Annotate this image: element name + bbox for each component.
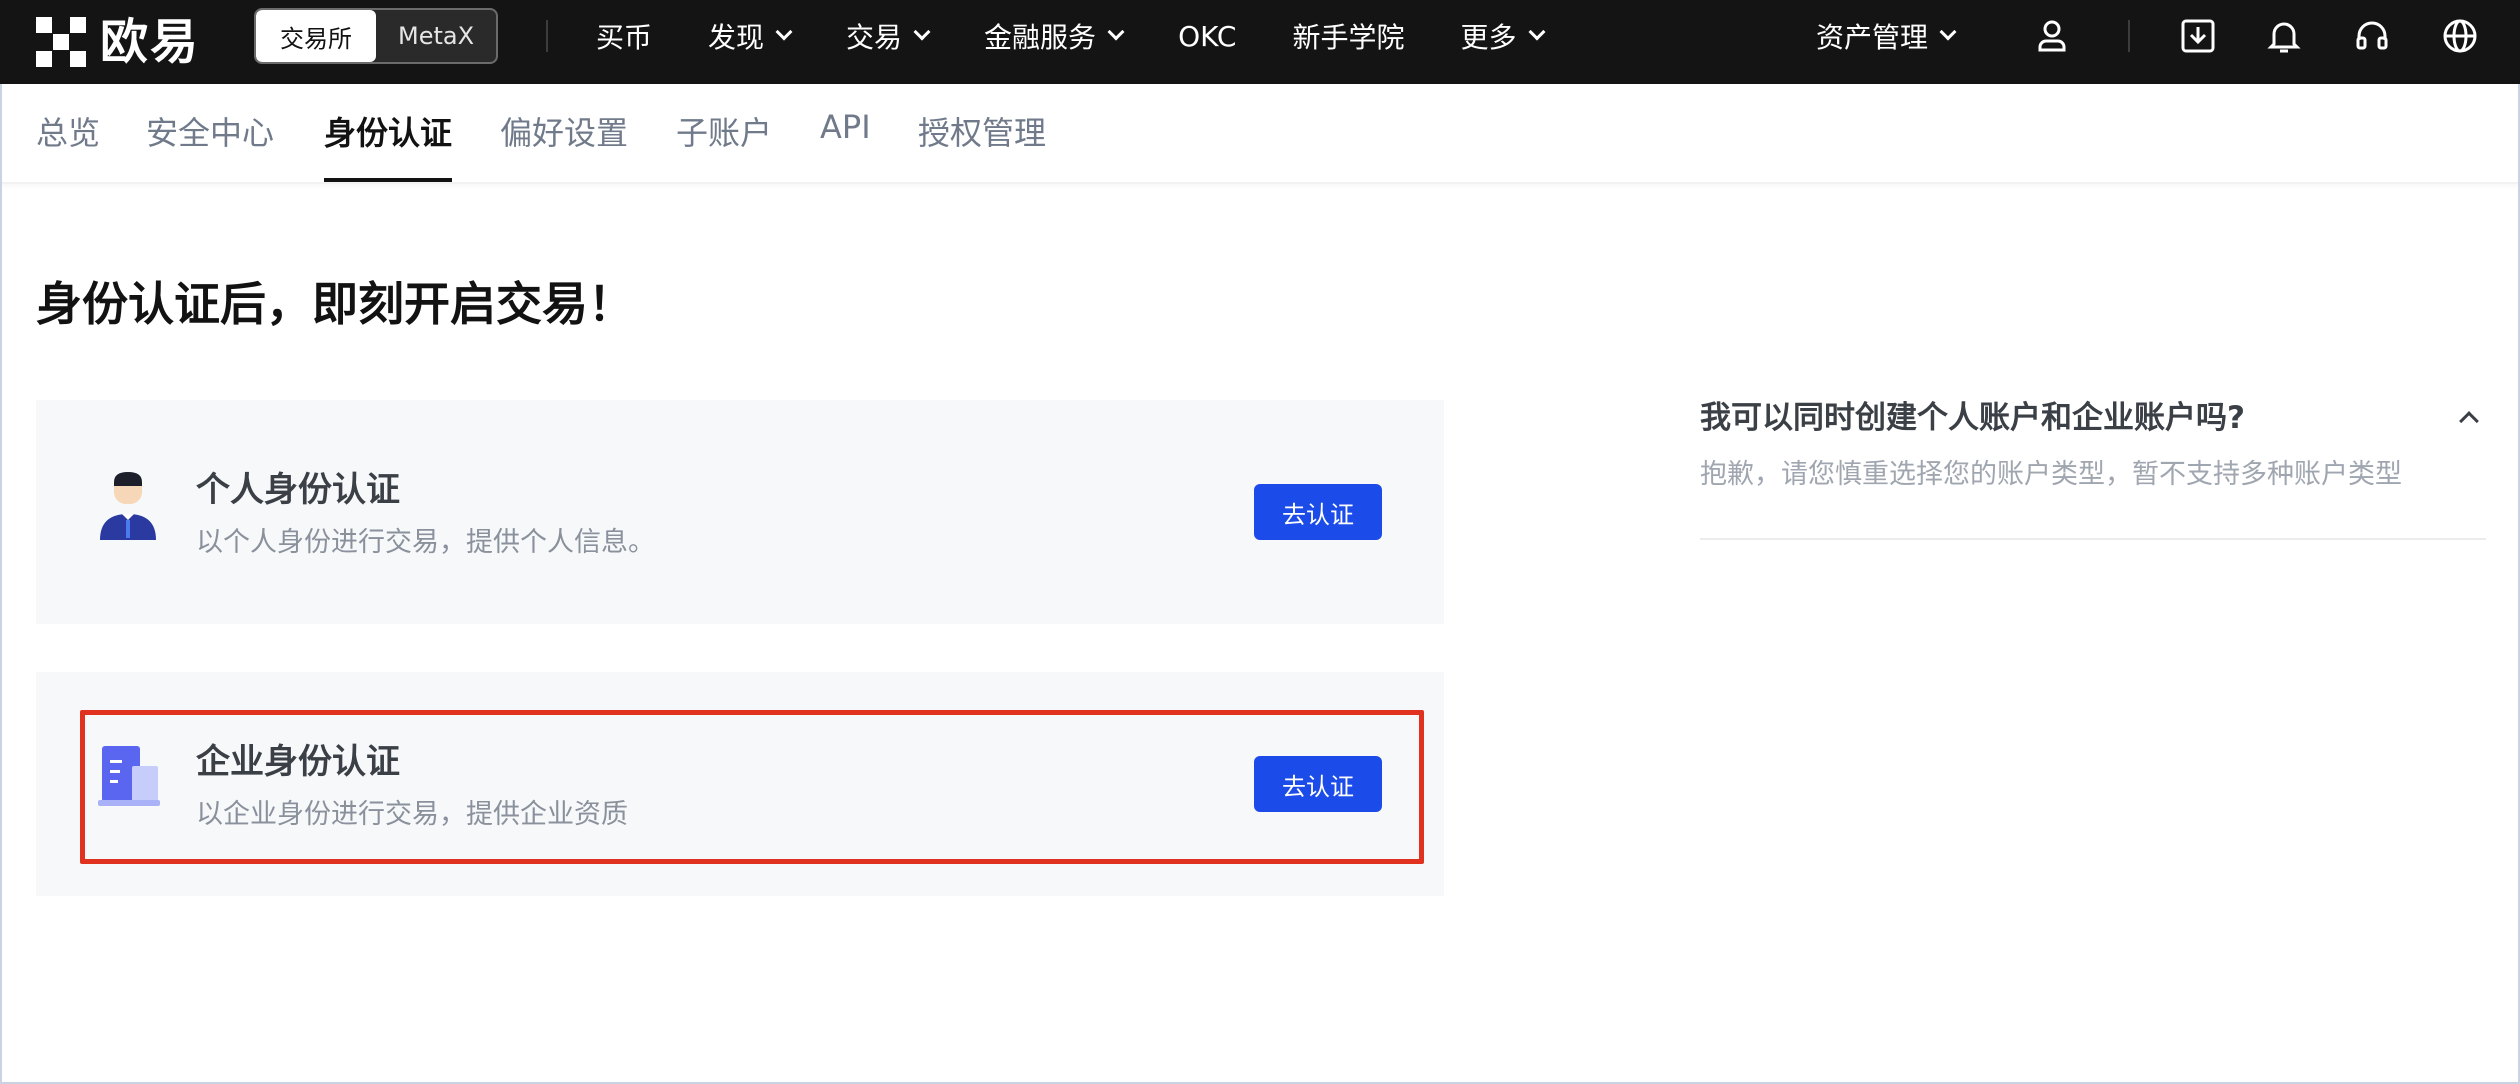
faq-answer: 抱歉，请您慎重选择您的账户类型，暂不支持多种账户类型	[1700, 459, 2402, 490]
card-description: 以个人身份进行交易，提供个人信息。	[196, 527, 655, 558]
faq-question[interactable]: 我可以同时创建个人账户和企业账户吗?	[1700, 392, 2245, 437]
nav-discover[interactable]: 发现	[708, 16, 793, 56]
download-icon[interactable]	[2176, 14, 2220, 58]
globe-icon[interactable]	[2438, 14, 2482, 58]
nav-label: 金融服务	[984, 21, 1097, 54]
top-header: 欧易 交易所 MetaX 买币 发现 交易 金融服务 OKC 新手学院 更多 资…	[0, 0, 2520, 84]
assets-label: 资产管理	[1816, 21, 1929, 54]
nav-label: 新手学院	[1292, 21, 1405, 54]
tab-overview[interactable]: 总览	[36, 108, 100, 154]
verify-personal-button[interactable]: 去认证	[1254, 484, 1382, 540]
person-icon	[92, 468, 164, 548]
personal-verification-card: 个人身份认证 以个人身份进行交易，提供个人信息。 去认证	[36, 400, 1444, 624]
nav-trade[interactable]: 交易	[846, 16, 931, 56]
chevron-down-icon	[1528, 23, 1546, 41]
faq-item: 我可以同时创建个人账户和企业账户吗? 抱歉，请您慎重选择您的账户类型，暂不支持多…	[1700, 384, 2486, 540]
tab-authorization[interactable]: 授权管理	[918, 108, 1046, 154]
chevron-up-icon[interactable]	[2456, 404, 2482, 431]
nav-label: OKC	[1178, 19, 1237, 53]
tab-preferences[interactable]: 偏好设置	[500, 108, 628, 154]
chevron-down-icon	[1107, 23, 1125, 41]
logo-text: 欧易	[100, 14, 201, 70]
user-icon[interactable]	[2030, 14, 2074, 58]
nav-finance[interactable]: 金融服务	[984, 16, 1125, 56]
tab-security[interactable]: 安全中心	[146, 108, 274, 154]
nav-buy-crypto[interactable]: 买币	[596, 16, 652, 56]
account-subnav: 总览 安全中心 身份认证 偏好设置 子账户 API 授权管理	[0, 84, 2520, 184]
nav-label: 更多	[1460, 21, 1517, 54]
frame-border	[0, 84, 2, 1084]
assets-menu[interactable]: 资产管理	[1816, 16, 1957, 56]
switch-metax[interactable]: MetaX	[376, 10, 496, 62]
card-title: 企业身份认证	[196, 742, 400, 782]
nav-more[interactable]: 更多	[1460, 16, 1546, 56]
logo[interactable]: 欧易	[36, 10, 200, 74]
nav-label: 交易	[846, 21, 903, 54]
card-title: 个人身份认证	[196, 470, 400, 510]
nav-label: 发现	[708, 21, 765, 54]
nav-academy[interactable]: 新手学院	[1292, 16, 1404, 56]
verify-enterprise-button[interactable]: 去认证	[1254, 756, 1382, 812]
chevron-down-icon	[1939, 23, 1957, 41]
switch-exchange[interactable]: 交易所	[256, 10, 376, 62]
tab-subaccount[interactable]: 子账户	[676, 108, 772, 154]
chevron-down-icon	[913, 23, 931, 41]
building-icon	[92, 742, 164, 822]
nav-label: 买币	[596, 21, 653, 54]
nav-okc[interactable]: OKC	[1178, 20, 1236, 53]
headset-icon[interactable]	[2350, 14, 2394, 58]
header-divider	[2128, 20, 2130, 52]
bell-icon[interactable]	[2262, 14, 2306, 58]
platform-switch: 交易所 MetaX	[254, 8, 498, 64]
tab-api[interactable]: API	[820, 108, 871, 146]
chevron-down-icon	[775, 23, 793, 41]
header-divider	[546, 20, 548, 52]
tab-identity[interactable]: 身份认证	[324, 108, 452, 154]
enterprise-verification-card: 企业身份认证 以企业身份进行交易，提供企业资质 去认证	[36, 672, 1444, 896]
active-tab-underline	[324, 178, 452, 182]
logo-mark-icon	[36, 17, 86, 67]
card-description: 以企业身份进行交易，提供企业资质	[196, 799, 628, 830]
main-nav: 买币 发现 交易 金融服务 OKC 新手学院 更多	[596, 0, 1599, 72]
page-title: 身份认证后，即刻开启交易！	[36, 277, 634, 331]
